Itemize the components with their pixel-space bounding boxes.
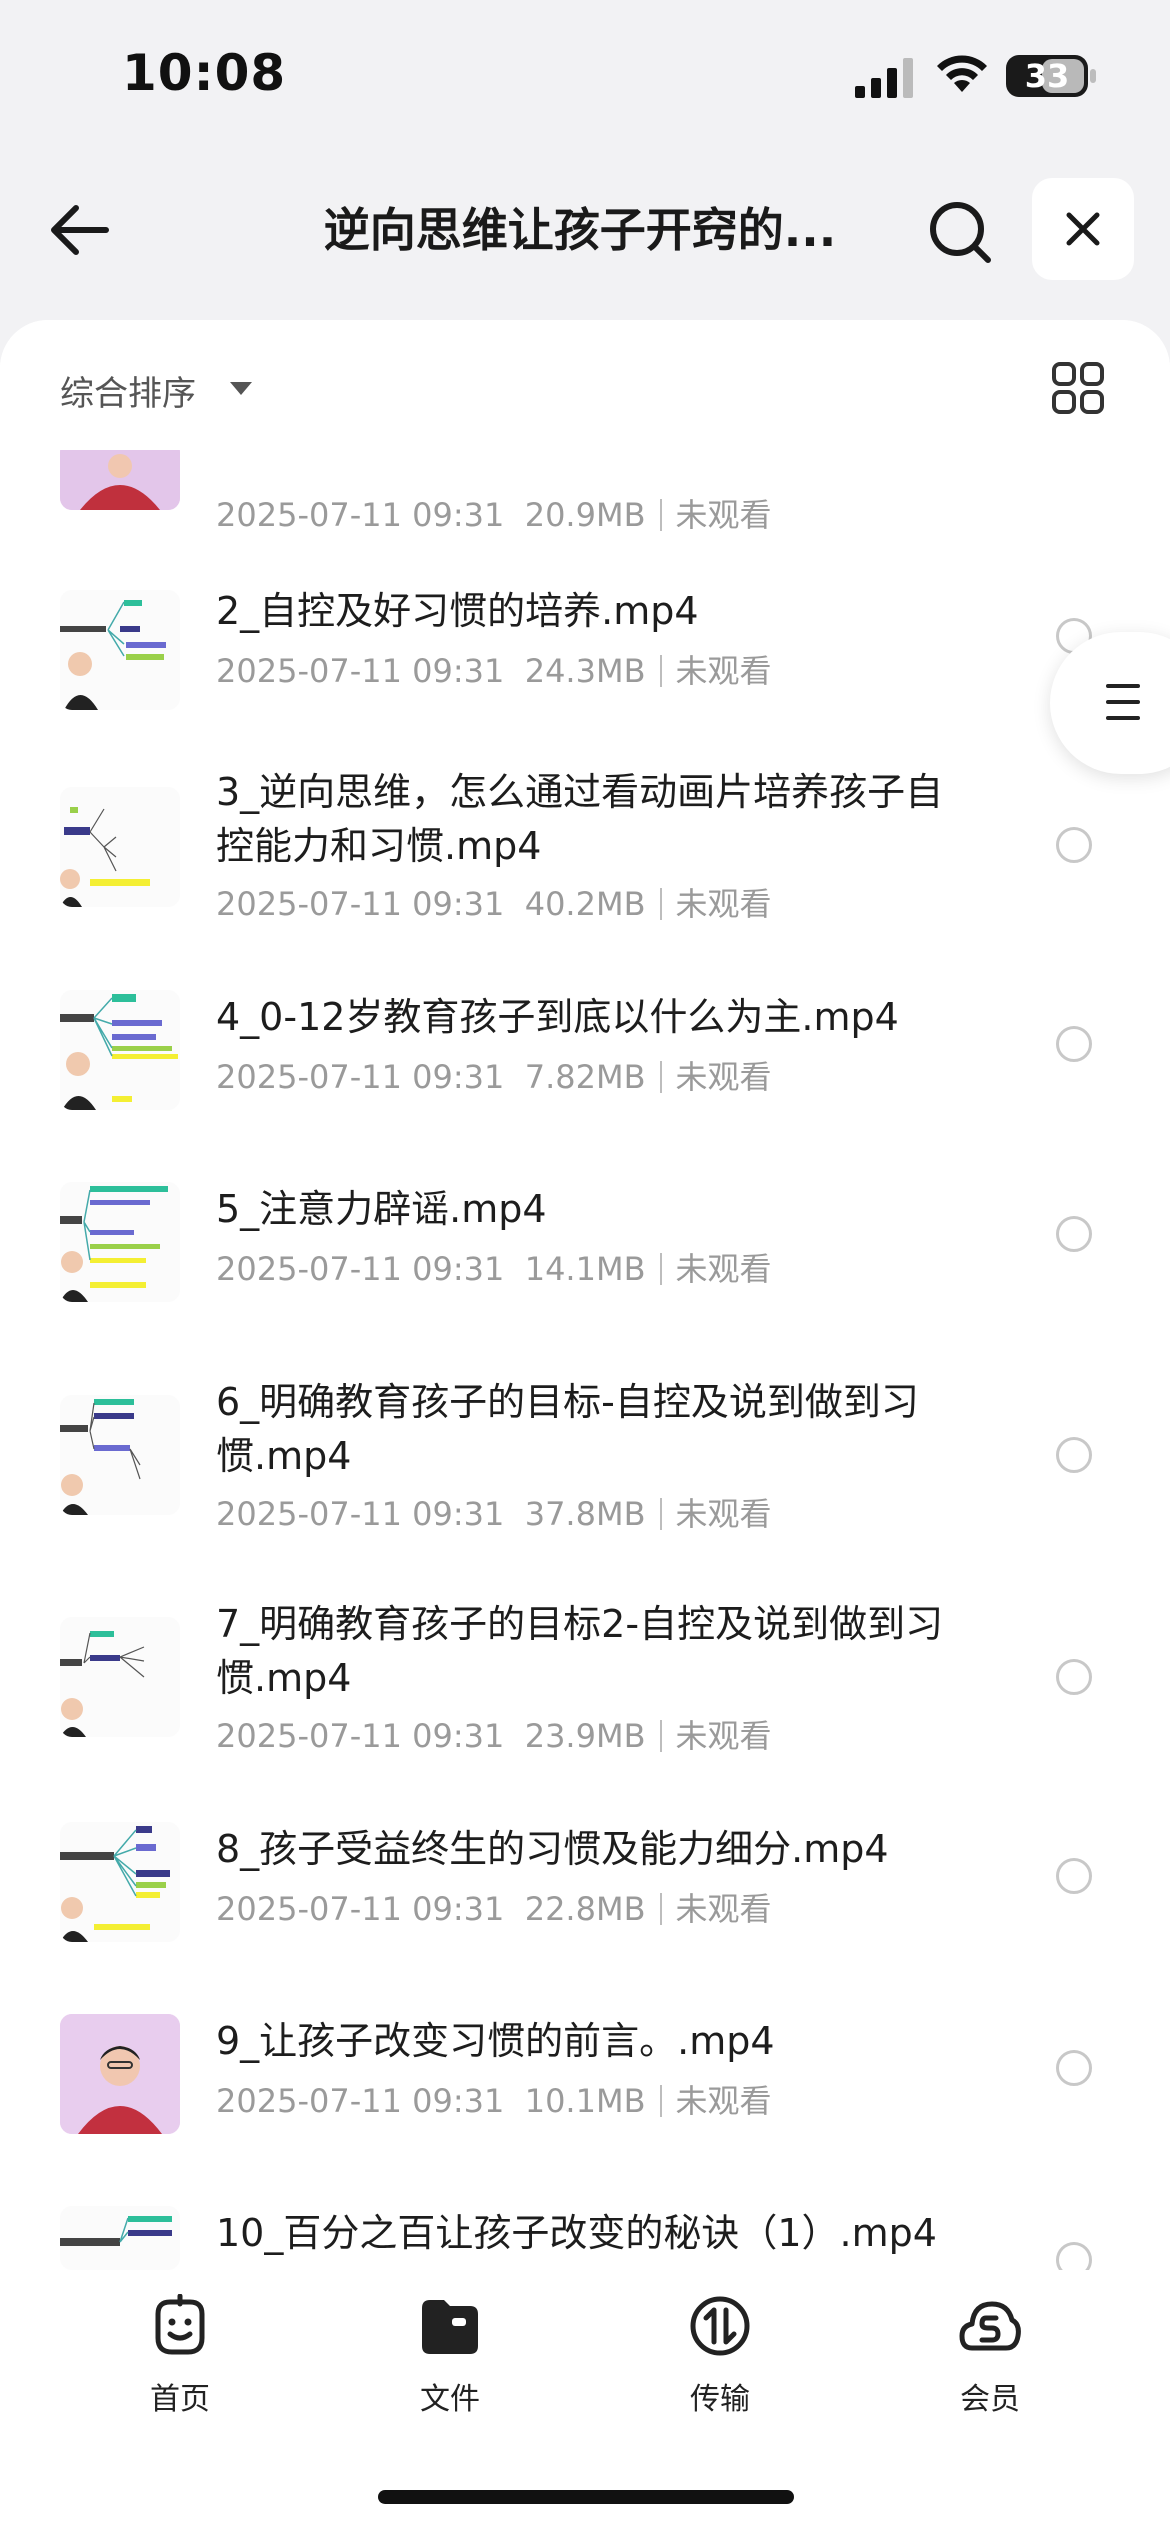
video-thumbnail <box>60 1617 180 1737</box>
sort-toolbar: 综合排序 <box>0 320 1170 450</box>
select-radio[interactable] <box>1056 2242 1092 2270</box>
select-radio[interactable] <box>1056 1437 1092 1473</box>
status-bar: 10:08 33 <box>0 0 1170 150</box>
back-arrow-icon[interactable] <box>44 194 116 266</box>
tab-transfer-label: 传输 <box>690 2382 750 2417</box>
file-name: 6_明确教育孩子的目标-自控及说到做到习惯.mp4 <box>216 1380 919 1478</box>
video-thumbnail <box>60 1395 180 1515</box>
select-radio[interactable] <box>1056 1659 1092 1695</box>
tab-vip-label: 会员 <box>960 2382 1020 2417</box>
file-meta: 2025-07-11 09:31 22.8MB 未观看 <box>216 1890 772 1928</box>
file-meta: 2025-07-11 09:31 7.82MB 未观看 <box>216 1058 772 1096</box>
file-meta: 2025-07-11 09:31 14.1MB 未观看 <box>216 1250 772 1288</box>
video-thumbnail <box>60 2206 180 2270</box>
file-meta: 2025-07-11 09:31 40.2MB 未观看 <box>216 885 772 923</box>
caret-down-icon[interactable] <box>230 382 252 395</box>
video-thumbnail <box>60 787 180 907</box>
status-time: 10:08 <box>122 44 287 102</box>
vip-cloud-icon <box>959 2301 1021 2351</box>
close-button[interactable] <box>1032 178 1134 280</box>
page-title: 逆向思维让孩子开窍的... <box>323 203 837 257</box>
select-radio[interactable] <box>1056 2050 1092 2086</box>
wifi-icon <box>937 55 987 92</box>
home-face-icon <box>155 2294 205 2355</box>
search-icon[interactable] <box>924 196 996 268</box>
battery-icon: 33 <box>1006 55 1088 97</box>
tab-home-label: 首页 <box>150 2382 210 2417</box>
grid-view-icon[interactable] <box>1050 360 1106 416</box>
tab-vip[interactable]: 会员 <box>920 2294 1060 2424</box>
video-thumbnail <box>60 440 180 510</box>
file-name: 5_注意力辟谣.mp4 <box>216 1187 547 1231</box>
file-name: 3_逆向思维，怎么通过看动画片培养孩子自控能力和习惯.mp4 <box>216 770 944 868</box>
tab-files[interactable]: 文件 <box>380 2294 520 2424</box>
file-name: 9_让孩子改变习惯的前言。.mp4 <box>216 2019 775 2063</box>
home-indicator[interactable] <box>378 2490 794 2504</box>
file-meta: 2025-07-11 09:31 24.3MB 未观看 <box>216 652 772 690</box>
nav-header: 逆向思维让孩子开窍的... <box>0 170 1170 290</box>
select-radio[interactable] <box>1056 1026 1092 1062</box>
file-meta: 2025-07-11 09:31 10.1MB 未观看 <box>216 2082 772 2120</box>
file-name: 8_孩子受益终生的习惯及能力细分.mp4 <box>216 1827 889 1871</box>
tab-files-label: 文件 <box>420 2382 480 2417</box>
video-thumbnail <box>60 1822 180 1942</box>
tab-home[interactable]: 首页 <box>110 2294 250 2424</box>
file-name: 4_0-12岁教育孩子到底以什么为主.mp4 <box>216 995 899 1039</box>
select-radio[interactable] <box>1056 1858 1092 1894</box>
video-thumbnail <box>60 1182 180 1302</box>
file-meta: 2025-07-11 09:31 37.8MB 未观看 <box>216 1495 772 1533</box>
video-thumbnail <box>60 590 180 710</box>
battery-level: 33 <box>1024 57 1070 95</box>
file-name: 10_百分之百让孩子改变的秘诀（1）.mp4 <box>216 2211 937 2255</box>
file-name: 2_自控及好习惯的培养.mp4 <box>216 589 699 633</box>
select-radio[interactable] <box>1056 1216 1092 1252</box>
transfer-icon <box>690 2296 750 2356</box>
tab-transfer[interactable]: 传输 <box>650 2294 790 2424</box>
file-name: 7_明确教育孩子的目标2-自控及说到做到习惯.mp4 <box>216 1602 944 1700</box>
video-thumbnail <box>60 990 180 1110</box>
select-radio[interactable] <box>1056 827 1092 863</box>
sort-dropdown[interactable]: 综合排序 <box>60 366 196 415</box>
battery-tip <box>1090 69 1096 83</box>
video-thumbnail <box>60 2014 180 2134</box>
file-list[interactable]: 2025-07-11 09:31 20.9MB 未观看 2_自控及好习惯的培养.… <box>0 320 1170 2270</box>
close-icon <box>1066 212 1100 246</box>
file-meta: 2025-07-11 09:31 20.9MB 未观看 <box>216 496 772 534</box>
file-list-panel: 2025-07-11 09:31 20.9MB 未观看 2_自控及好习惯的培养.… <box>0 320 1170 2270</box>
cellular-signal-icon <box>855 58 913 98</box>
folder-icon <box>422 2300 478 2354</box>
file-meta: 2025-07-11 09:31 23.9MB 未观看 <box>216 1717 772 1755</box>
